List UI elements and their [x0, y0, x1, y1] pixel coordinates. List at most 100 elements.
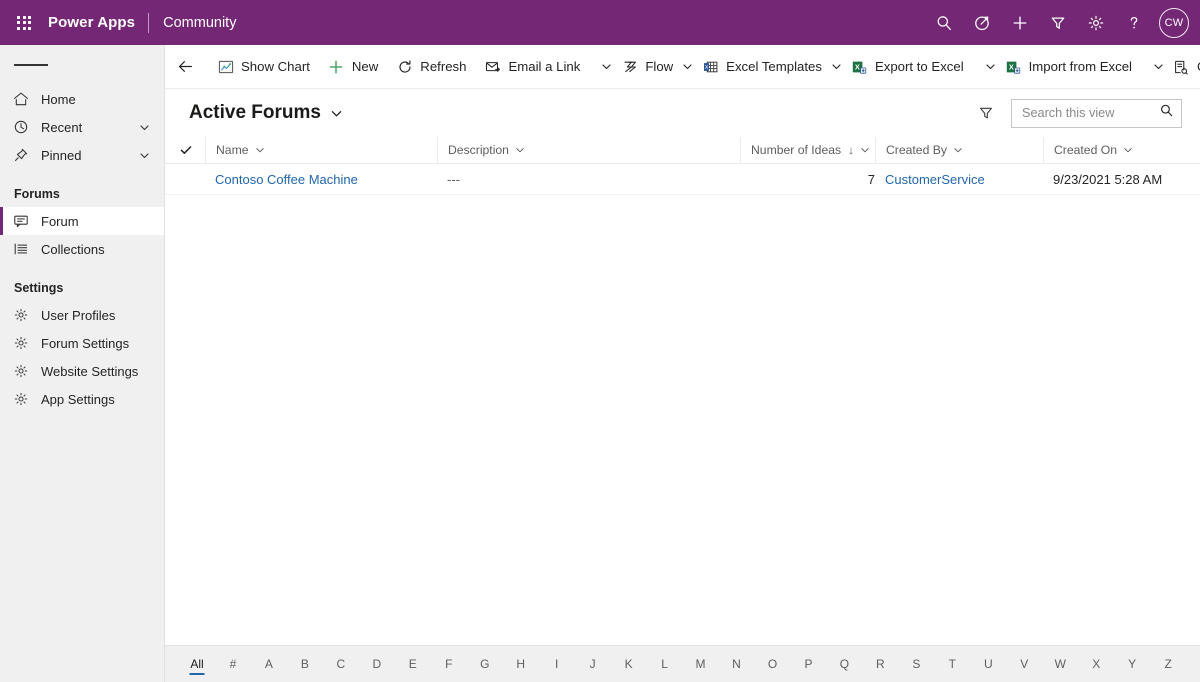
column-header-created-by[interactable]: Created By	[875, 136, 1043, 164]
app-name-label[interactable]: Community	[149, 15, 236, 31]
search-icon[interactable]	[1159, 103, 1174, 123]
app-body: Home Recent Pinned Forums Forum Collecti…	[0, 45, 1200, 682]
sidebar-item-app-settings[interactable]: App Settings	[0, 385, 164, 413]
alpha-item-x[interactable]: X	[1078, 652, 1114, 676]
alpha-item-e[interactable]: E	[395, 652, 431, 676]
top-bar-actions: CW	[925, 0, 1192, 45]
chevron-down-icon[interactable]	[330, 107, 343, 120]
alpha-item-a[interactable]: A	[251, 652, 287, 676]
alpha-item-r[interactable]: R	[862, 652, 898, 676]
sidebar-item-user-profiles[interactable]: User Profiles	[0, 301, 164, 329]
sidebar-item-label: User Profiles	[41, 307, 116, 323]
table-row[interactable]: Contoso Coffee Machine --- 7 CustomerSer…	[165, 164, 1200, 195]
column-header-label: Name	[216, 143, 249, 157]
alpha-item-j[interactable]: J	[575, 652, 611, 676]
sidebar-item-recent[interactable]: Recent	[0, 113, 164, 141]
flow-button[interactable]: Flow	[612, 51, 682, 83]
assistant-icon[interactable]	[963, 0, 1001, 45]
waffle-icon	[17, 15, 31, 30]
import-from-excel-chevron-down-icon[interactable]	[1153, 51, 1164, 83]
excel-templates-button[interactable]: X Excel Templates	[693, 51, 831, 83]
app-launcher-button[interactable]	[0, 0, 48, 45]
chevron-down-icon[interactable]	[255, 145, 265, 155]
help-icon[interactable]	[1115, 0, 1153, 45]
top-app-bar: Power Apps Community CW	[0, 0, 1200, 45]
alpha-item-v[interactable]: V	[1006, 652, 1042, 676]
sidebar-item-forum-settings[interactable]: Forum Settings	[0, 329, 164, 357]
alpha-item-p[interactable]: P	[790, 652, 826, 676]
create-view-button[interactable]: Create view	[1164, 51, 1200, 83]
page-title: Active Forums	[189, 102, 321, 123]
alpha-item-k[interactable]: K	[611, 652, 647, 676]
alpha-item-hash[interactable]: #	[215, 652, 251, 676]
back-button[interactable]	[177, 51, 194, 83]
quick-create-icon[interactable]	[1001, 0, 1039, 45]
alpha-item-b[interactable]: B	[287, 652, 323, 676]
chevron-down-icon[interactable]	[860, 145, 870, 155]
brand-title[interactable]: Power Apps	[48, 14, 148, 31]
alpha-item-t[interactable]: T	[934, 652, 970, 676]
alpha-item-d[interactable]: D	[359, 652, 395, 676]
alpha-item-o[interactable]: O	[755, 652, 791, 676]
alpha-item-z[interactable]: Z	[1150, 652, 1186, 676]
new-button[interactable]: New	[319, 51, 387, 83]
avatar[interactable]: CW	[1159, 7, 1189, 38]
alpha-item-g[interactable]: G	[467, 652, 503, 676]
alpha-item-u[interactable]: U	[970, 652, 1006, 676]
alpha-item-f[interactable]: F	[431, 652, 467, 676]
alpha-item-c[interactable]: C	[323, 652, 359, 676]
import-from-excel-button[interactable]: X Import from Excel	[996, 51, 1141, 83]
export-to-excel-button[interactable]: X Export to Excel	[842, 51, 973, 83]
search-box[interactable]	[1011, 98, 1182, 128]
column-header-number-of-ideas[interactable]: Number of Ideas ↓	[740, 136, 875, 164]
alpha-item-l[interactable]: L	[647, 652, 683, 676]
alpha-item-all[interactable]: All	[179, 652, 215, 676]
record-link[interactable]: Contoso Coffee Machine	[215, 172, 358, 187]
alpha-item-n[interactable]: N	[719, 652, 755, 676]
sidebar-item-pinned[interactable]: Pinned	[0, 141, 164, 169]
sidebar-item-label: Recent	[41, 119, 83, 135]
chevron-down-icon[interactable]	[515, 145, 525, 155]
flow-chevron-down-icon[interactable]	[682, 51, 693, 83]
command-label: Refresh	[420, 59, 467, 74]
alpha-item-q[interactable]: Q	[826, 652, 862, 676]
chevron-down-icon[interactable]	[1123, 145, 1133, 155]
export-to-excel-chevron-down-icon[interactable]	[985, 51, 996, 83]
search-input[interactable]	[1022, 106, 1159, 120]
alpha-item-h[interactable]: H	[503, 652, 539, 676]
filter-icon[interactable]	[1039, 0, 1077, 45]
created-by-link[interactable]: CustomerService	[885, 172, 985, 187]
chevron-down-icon[interactable]	[139, 150, 164, 161]
alpha-item-m[interactable]: M	[683, 652, 719, 676]
show-chart-icon	[217, 59, 234, 75]
show-chart-button[interactable]: Show Chart	[208, 51, 319, 83]
gear-icon[interactable]	[1077, 0, 1115, 45]
column-header-description[interactable]: Description	[437, 136, 740, 164]
sidebar-item-forum[interactable]: Forum	[0, 207, 164, 235]
alpha-item-i[interactable]: I	[539, 652, 575, 676]
chevron-down-icon[interactable]	[139, 122, 164, 133]
email-a-link-chevron-down-icon[interactable]	[601, 51, 612, 83]
svg-text:X: X	[1009, 62, 1014, 71]
sidebar-item-home[interactable]: Home	[0, 85, 164, 113]
alpha-item-s[interactable]: S	[898, 652, 934, 676]
chevron-down-icon[interactable]	[953, 145, 963, 155]
column-header-name[interactable]: Name	[205, 136, 437, 164]
view-selector[interactable]: Active Forums	[189, 102, 343, 124]
sidebar-item-website-settings[interactable]: Website Settings	[0, 357, 164, 385]
sidebar-item-collections[interactable]: Collections	[0, 235, 164, 263]
column-header-created-on[interactable]: Created On	[1043, 136, 1200, 164]
cell-created-on: 9/23/2021 5:28 AM	[1053, 171, 1163, 187]
email-a-link-button[interactable]: Email a Link	[475, 51, 589, 83]
nav-collapse-button[interactable]	[0, 45, 164, 85]
cell-created-by[interactable]: CustomerService	[875, 164, 1043, 195]
alpha-item-w[interactable]: W	[1042, 652, 1078, 676]
search-icon[interactable]	[925, 0, 963, 45]
alpha-item-y[interactable]: Y	[1114, 652, 1150, 676]
cell-name[interactable]: Contoso Coffee Machine	[205, 164, 437, 195]
excel-templates-chevron-down-icon[interactable]	[831, 51, 842, 83]
refresh-button[interactable]: Refresh	[387, 51, 475, 83]
select-all-checkbox[interactable]	[179, 143, 205, 157]
column-header-label: Created On	[1054, 143, 1118, 157]
edit-filters-button[interactable]	[971, 98, 1001, 128]
